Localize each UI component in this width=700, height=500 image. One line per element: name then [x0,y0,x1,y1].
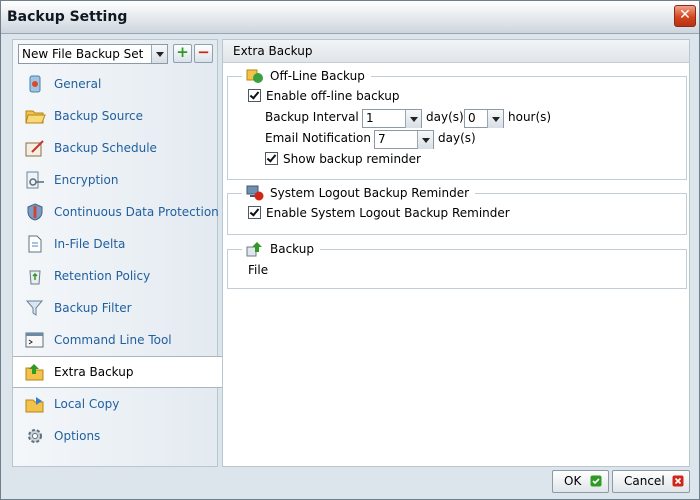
shield-icon [27,203,43,221]
sidebar: New File Backup Set + − General Backup S… [12,39,223,467]
recycle-icon [29,270,41,285]
sidebar-item-continuous-data-protection[interactable]: Continuous Data Protection [13,197,219,227]
local-copy-icon [25,397,44,413]
sidebar-item-label: Extra Backup [54,365,134,379]
gear-icon [28,429,42,443]
chevron-down-icon[interactable] [487,110,503,128]
title-bar: Backup Setting ✕ [1,1,699,34]
chevron-down-icon[interactable] [417,131,433,149]
check-icon [590,475,602,487]
email-notification-label: Email Notification : [265,131,379,145]
add-backup-set-button[interactable]: + [173,44,192,63]
sidebar-item-label: Options [54,429,101,443]
sidebar-item-label: Backup Source [54,109,144,123]
sidebar-item-backup-schedule[interactable]: Backup Schedule [13,133,217,163]
plus-icon: + [176,43,189,61]
backup-type-group: Backup File [227,241,687,289]
folder-open-icon [25,110,46,124]
sidebar-item-label: Backup Filter [54,301,132,315]
chevron-down-icon[interactable] [151,45,167,63]
document-icon [28,235,42,253]
sidebar-item-backup-filter[interactable]: Backup Filter [13,293,217,323]
sidebar-item-label: General [54,77,102,91]
email-notification-days-select[interactable]: 7 [374,130,434,149]
interval-hours-unit: hour(s) [508,110,552,124]
backup-type-legend: Backup [242,241,320,257]
panel-title: Extra Backup [233,44,313,58]
show-backup-reminder-checkbox[interactable]: Show backup reminder [265,152,421,166]
sidebar-item-options[interactable]: Options [13,421,217,451]
cancel-button[interactable]: Cancel [612,470,690,493]
chevron-down-icon[interactable] [405,110,421,128]
backup-icon [246,242,262,257]
backup-interval-days-select[interactable]: 1 [362,109,422,128]
checkbox-checked-icon [248,206,261,219]
close-icon: ✕ [679,7,691,23]
sidebar-item-label: Encryption [54,173,119,187]
sidebar-item-label: Backup Schedule [54,141,157,155]
remove-backup-set-button[interactable]: − [194,44,213,63]
logout-reminder-icon [246,185,264,201]
sidebar-item-label: Continuous Data Protection [54,205,219,219]
general-icon [29,75,41,93]
terminal-icon [25,332,44,348]
extra-backup-icon [25,364,44,381]
sidebar-item-label: Local Copy [54,397,120,411]
interval-days-unit: day(s) [426,110,464,124]
schedule-icon [25,140,44,157]
ok-button[interactable]: OK [552,470,609,493]
logout-reminder-legend: System Logout Backup Reminder [242,185,476,201]
enable-offline-backup-checkbox[interactable]: Enable off-line backup [248,89,399,103]
offline-backup-icon [246,69,263,83]
extra-backup-panel: Extra Backup Off-Line Backup Enable off-… [222,39,690,467]
offline-backup-group: Off-Line Backup Enable off-line backup B… [227,68,687,180]
panel-header: Extra Backup [223,40,689,63]
offline-backup-legend: Off-Line Backup [242,68,371,84]
sidebar-item-local-copy[interactable]: Local Copy [13,389,217,419]
backup-setting-window: Backup Setting ✕ New File Backup Set + −… [0,0,700,500]
backup-interval-hours-select[interactable]: 0 [464,109,504,128]
close-button[interactable]: ✕ [674,5,696,27]
checkbox-checked-icon [248,89,261,102]
logout-reminder-group: System Logout Backup Reminder Enable Sys… [227,185,687,235]
sidebar-item-encryption[interactable]: Encryption [13,165,217,195]
sidebar-item-label: In-File Delta [54,237,126,251]
sidebar-item-in-file-delta[interactable]: In-File Delta [13,229,217,259]
sidebar-item-command-line-tool[interactable]: Command Line Tool [13,325,217,355]
sidebar-item-extra-backup[interactable]: Extra Backup [13,356,223,388]
sidebar-item-general[interactable]: General [13,69,217,99]
backup-set-value: New File Backup Set [22,47,144,61]
minus-icon: − [197,43,210,61]
email-days-unit: day(s) [438,131,476,145]
backup-interval-label: Backup Interval : [265,110,367,124]
sidebar-item-retention-policy[interactable]: Retention Policy [13,261,217,291]
funnel-icon [25,300,44,316]
enable-logout-reminder-checkbox[interactable]: Enable System Logout Backup Reminder [248,206,510,220]
window-title: Backup Setting [7,9,128,25]
checkbox-checked-icon [265,152,278,165]
backup-set-select[interactable]: New File Backup Set [18,44,168,64]
backup-set-row: New File Backup Set + − [18,44,214,64]
sidebar-item-label: Retention Policy [54,269,151,283]
key-icon [26,171,44,189]
cancel-icon [672,475,684,487]
sidebar-item-label: Command Line Tool [54,333,172,347]
sidebar-item-backup-source[interactable]: Backup Source [13,101,217,131]
backup-type-value: File [248,263,269,277]
